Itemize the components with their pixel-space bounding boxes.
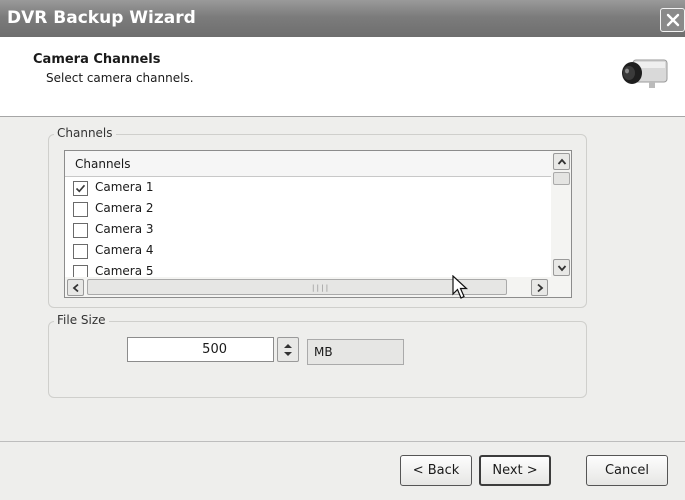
horizontal-scroll-thumb[interactable]: | | | | <box>87 279 507 295</box>
next-button[interactable]: Next > <box>479 455 551 486</box>
horizontal-scrollbar[interactable]: | | | | <box>65 277 571 297</box>
file-size-group-label: File Size <box>54 313 109 327</box>
camera-3-checkbox[interactable] <box>73 223 88 238</box>
channels-column-header[interactable]: Channels <box>65 151 551 177</box>
chevron-left-icon <box>72 283 79 293</box>
scroll-left-button[interactable] <box>67 279 84 296</box>
file-size-unit-label: MB <box>314 345 333 359</box>
scroll-grip-icon: | | | | <box>312 284 329 292</box>
camera-1-label: Camera 1 <box>95 180 154 194</box>
file-size-input[interactable]: 500 <box>127 337 274 362</box>
back-button[interactable]: < Back <box>400 455 472 486</box>
camera-3-label: Camera 3 <box>95 222 154 236</box>
camera-2-label: Camera 2 <box>95 201 154 215</box>
channels-group-label: Channels <box>54 126 116 140</box>
file-size-spinner[interactable] <box>277 337 299 362</box>
list-item[interactable]: Camera 3 <box>73 221 543 241</box>
close-button[interactable] <box>660 8 685 32</box>
camera-1-checkbox[interactable] <box>73 181 88 196</box>
vertical-scrollbar[interactable] <box>551 151 571 277</box>
file-size-value: 500 <box>202 342 227 357</box>
list-item[interactable]: Camera 4 <box>73 242 543 262</box>
cancel-button[interactable]: Cancel <box>586 455 668 486</box>
close-icon <box>666 13 680 27</box>
channels-column-header-label: Channels <box>75 157 131 171</box>
footer-divider <box>0 441 685 442</box>
spin-arrows-icon <box>284 344 292 356</box>
camera-5-label: Camera 5 <box>95 264 154 278</box>
list-item[interactable]: Camera 1 <box>73 179 543 199</box>
list-item[interactable]: Camera 2 <box>73 200 543 220</box>
page-title: Camera Channels <box>33 52 161 67</box>
checkmark-icon <box>75 184 86 193</box>
camera-2-checkbox[interactable] <box>73 202 88 217</box>
scroll-right-button[interactable] <box>531 279 548 296</box>
scroll-down-button[interactable] <box>553 259 570 276</box>
camera-4-label: Camera 4 <box>95 243 154 257</box>
backup-wizard-window: DVR Backup Wizard Camera Channels Select… <box>0 0 685 500</box>
chevron-up-icon <box>557 158 567 165</box>
page-subtitle: Select camera channels. <box>46 71 194 85</box>
window-title: DVR Backup Wizard <box>7 8 196 28</box>
vertical-scroll-thumb[interactable] <box>553 172 570 185</box>
chevron-right-icon <box>537 283 544 293</box>
camera-4-checkbox[interactable] <box>73 244 88 259</box>
wizard-header: Camera Channels Select camera channels. <box>0 37 685 117</box>
camera-icon <box>622 59 668 88</box>
channel-list[interactable]: Channels Camera 1 Camera 2 Camera 3 Came… <box>64 150 572 298</box>
title-bar[interactable]: DVR Backup Wizard <box>0 0 685 37</box>
file-size-unit: MB <box>307 339 404 365</box>
chevron-down-icon <box>557 265 567 272</box>
mouse-pointer-icon <box>452 275 469 299</box>
scroll-up-button[interactable] <box>553 153 570 170</box>
